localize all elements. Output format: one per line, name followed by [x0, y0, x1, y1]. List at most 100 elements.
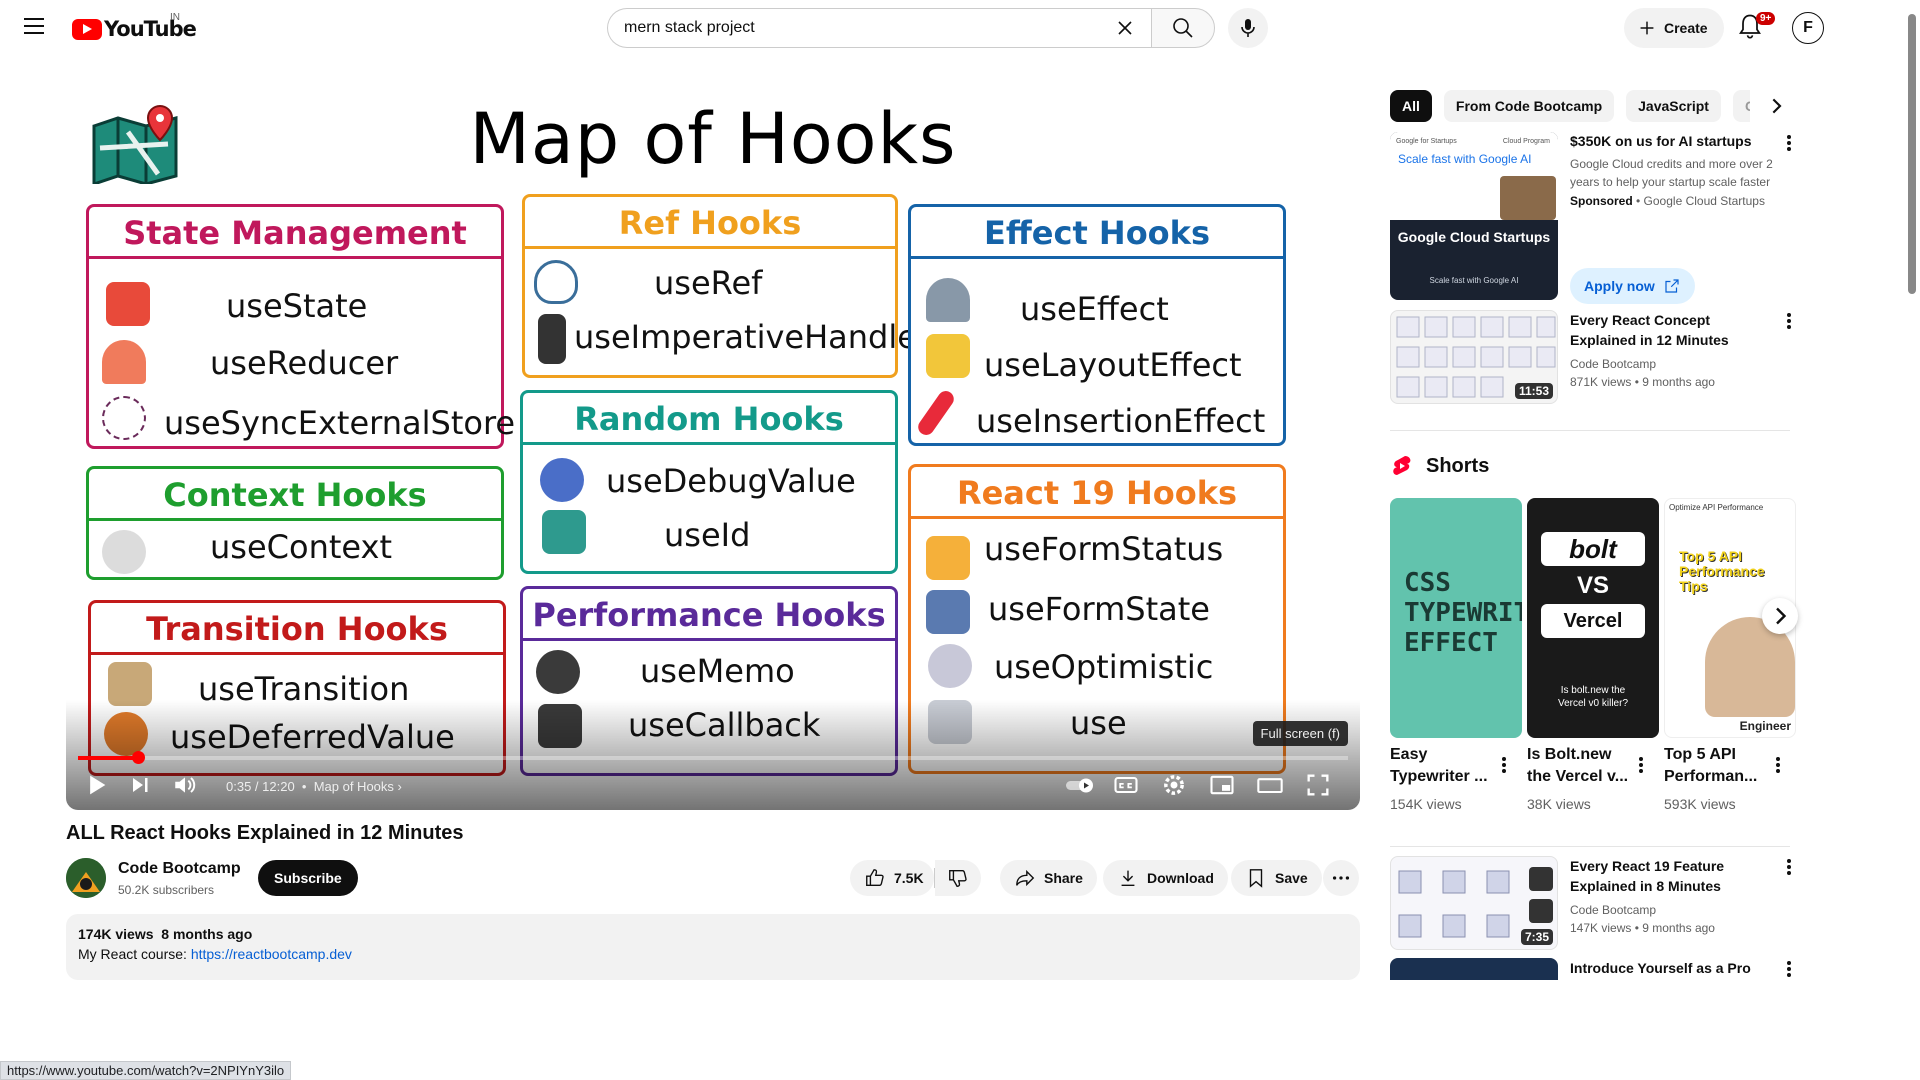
play-icon: [90, 775, 106, 795]
save-label: Save: [1275, 870, 1308, 886]
apply-now-button[interactable]: Apply now: [1570, 268, 1695, 304]
next-button[interactable]: [128, 770, 152, 800]
fullscreen-icon: [1307, 774, 1329, 796]
related-video-thumbnail[interactable]: [1390, 958, 1558, 980]
ad-more-icon[interactable]: [1785, 134, 1793, 154]
short-thumb-text: Top 5 API Performance Tips: [1679, 548, 1765, 594]
related-video-more-icon[interactable]: [1785, 858, 1793, 878]
related-video-title[interactable]: Every React Concept Explained in 12 Minu…: [1570, 310, 1780, 350]
like-button[interactable]: 7.5K: [850, 860, 934, 896]
chips-next-button[interactable]: [1760, 90, 1792, 122]
scrubber-handle[interactable]: [131, 751, 145, 764]
more-actions-button[interactable]: [1323, 860, 1359, 896]
chevron-right-icon: [1776, 607, 1787, 625]
plus-icon: [1640, 21, 1654, 35]
card-title: State Management: [89, 207, 501, 259]
menu-icon[interactable]: [24, 18, 44, 34]
chip-from-code-bootcamp[interactable]: From Code Bootcamp: [1443, 90, 1615, 122]
short-thumb-vercel: Vercel: [1541, 604, 1645, 638]
theater-mode-button[interactable]: [1256, 770, 1284, 800]
short-thumb-text: CSS TYPEWRITER EFFECT: [1404, 568, 1522, 658]
status-bar-url: https://www.youtube.com/watch?v=2NPIYnY3…: [0, 1061, 292, 1080]
miniplayer-button[interactable]: [1208, 770, 1236, 800]
related-video-title[interactable]: Introduce Yourself as a Pro: [1570, 958, 1780, 978]
ad-thumb-brand: Google Cloud Startups: [1397, 229, 1551, 245]
short-title[interactable]: Is Bolt.new the Vercel v...: [1527, 744, 1637, 788]
youtube-play-icon: [72, 18, 102, 40]
short-thumb-bolt: bolt: [1541, 532, 1645, 566]
ad-thumbnail[interactable]: Google for Startups Cloud Program Scale …: [1390, 132, 1558, 300]
short-thumbnail[interactable]: CSS TYPEWRITER EFFECT: [1390, 498, 1522, 738]
short-title[interactable]: Easy Typewriter ...: [1390, 744, 1500, 788]
current-time: 0:35: [226, 779, 252, 794]
speedometer-icon: [536, 650, 580, 694]
dislike-button[interactable]: [935, 860, 981, 896]
fullscreen-button[interactable]: [1304, 770, 1332, 800]
video-player[interactable]: Map of Hooks State Management useState u…: [66, 82, 1360, 810]
thumbs-up-icon: [866, 869, 884, 887]
play-button[interactable]: [82, 770, 110, 800]
subtitles-button[interactable]: [1112, 770, 1140, 800]
related-video-title[interactable]: Every React 19 Feature Explained in 8 Mi…: [1570, 856, 1780, 896]
masthead: YouTube IN mern stack project Create 9+ …: [0, 0, 1920, 56]
search-button[interactable]: [1151, 8, 1215, 48]
short-views: 154K views: [1390, 796, 1462, 812]
course-link[interactable]: https://reactbootcamp.dev: [191, 946, 352, 962]
related-video-thumbnail[interactable]: 11:53: [1390, 310, 1558, 404]
anchor-icon: [534, 260, 578, 304]
related-video-channel[interactable]: Code Bootcamp: [1570, 355, 1656, 373]
short-more-icon[interactable]: [1774, 756, 1782, 776]
video-duration: 7:35: [1520, 929, 1553, 945]
chip-cor[interactable]: Cor: [1732, 90, 1750, 122]
theater-icon: [1257, 778, 1283, 794]
save-button[interactable]: Save: [1231, 860, 1322, 896]
clear-search-icon[interactable]: [1113, 16, 1137, 40]
form-icon: [926, 590, 970, 634]
create-button[interactable]: Create: [1624, 8, 1724, 48]
related-video-more-icon[interactable]: [1785, 312, 1793, 332]
short-title[interactable]: Top 5 API Performan...: [1664, 744, 1774, 788]
hook-name: useContext: [210, 528, 392, 566]
volume-icon: [175, 777, 196, 793]
notification-count-badge: 9+: [1756, 12, 1776, 25]
download-icon: [1121, 870, 1135, 887]
fullscreen-tooltip: Full screen (f): [1252, 721, 1348, 746]
description-box[interactable]: 174K views 8 months ago My React course:…: [66, 914, 1360, 980]
switch-icon: [106, 282, 150, 326]
apply-label: Apply now: [1584, 278, 1655, 294]
download-button[interactable]: Download: [1103, 860, 1228, 896]
short-more-icon[interactable]: [1500, 756, 1508, 776]
shorts-next-button[interactable]: [1762, 598, 1798, 634]
hook-name: useFormStatus: [984, 530, 1224, 568]
channel-avatar[interactable]: [66, 858, 106, 898]
scrollbar-thumb[interactable]: [1908, 14, 1916, 294]
share-button[interactable]: Share: [1000, 860, 1097, 896]
channel-name[interactable]: Code Bootcamp: [118, 860, 241, 878]
mute-button[interactable]: [172, 770, 198, 800]
short-thumbnail[interactable]: bolt VS Vercel Is bolt.new the Vercel v0…: [1527, 498, 1659, 738]
account-avatar[interactable]: F: [1792, 12, 1824, 44]
hook-name: useImperativeHandle: [574, 318, 917, 356]
settings-button[interactable]: [1160, 770, 1188, 800]
section-divider: [1390, 846, 1790, 847]
more-horizontal-icon: [1332, 876, 1350, 880]
autoplay-toggle[interactable]: [1064, 770, 1098, 800]
chip-all[interactable]: All: [1390, 90, 1432, 122]
progress-bar[interactable]: [78, 751, 1348, 764]
search-input[interactable]: mern stack project: [607, 8, 1151, 48]
short-more-icon[interactable]: [1637, 756, 1645, 776]
chip-javascript[interactable]: JavaScript: [1626, 90, 1721, 122]
chapter-title[interactable]: Map of Hooks: [314, 779, 394, 794]
remote-control-icon: [538, 314, 566, 364]
related-video-more-icon[interactable]: [1785, 960, 1793, 980]
subscribe-button[interactable]: Subscribe: [258, 860, 358, 896]
ad-title[interactable]: $350K on us for AI startups: [1570, 131, 1770, 151]
hook-name: useDebugValue: [606, 462, 856, 500]
related-video-channel[interactable]: Code Bootcamp: [1570, 901, 1656, 919]
voice-search-button[interactable]: [1228, 8, 1268, 48]
debug-bug-icon: [540, 458, 584, 502]
search-icon: [1173, 18, 1193, 38]
related-video-thumbnail[interactable]: 7:35: [1390, 856, 1558, 950]
view-count: 174K views: [78, 926, 154, 942]
avatar-letter: F: [1803, 19, 1813, 36]
